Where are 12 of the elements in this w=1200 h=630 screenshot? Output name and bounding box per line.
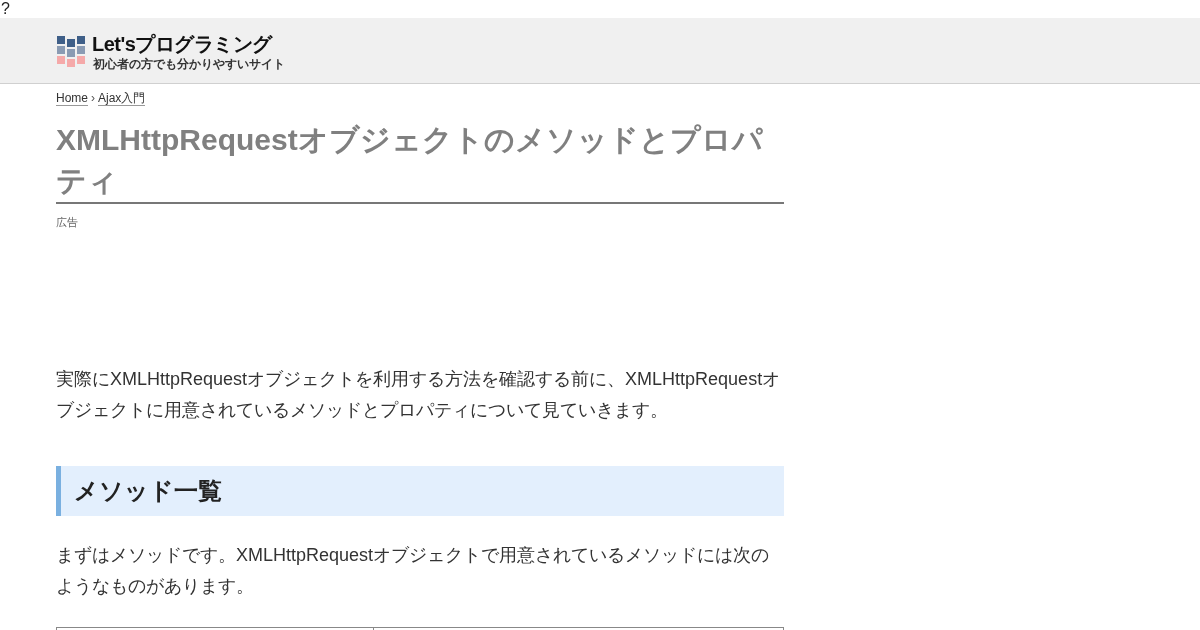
- breadcrumb-separator: ›: [91, 90, 95, 106]
- article-title: XMLHttpRequestオブジェクトのメソッドとプロパティ: [56, 119, 784, 204]
- section-heading: メソッド一覧: [56, 466, 784, 516]
- logo-tagline: 初心者の方でも分かりやすいサイト: [93, 57, 285, 71]
- logo-squares-icon[interactable]: [57, 36, 85, 67]
- logo-title[interactable]: Let'sプログラミング: [92, 32, 285, 57]
- breadcrumb-link[interactable]: Home: [56, 90, 88, 106]
- breadcrumb-link[interactable]: Ajax入門: [98, 90, 146, 106]
- paragraph: 実際にXMLHttpRequestオブジェクトを利用する方法を確認する前に、XMLHttpRequestオブジェクトに用意されているメソッドとプロパティについて見ていきます。: [56, 368, 782, 422]
- ad-label: 広告: [56, 215, 79, 229]
- paragraph: まずはメソッドです。XMLHttpRequestオブジェクトで用意されているメソッドには次のようなものがあります。: [56, 544, 771, 598]
- stray-character: ?: [0, 0, 11, 18]
